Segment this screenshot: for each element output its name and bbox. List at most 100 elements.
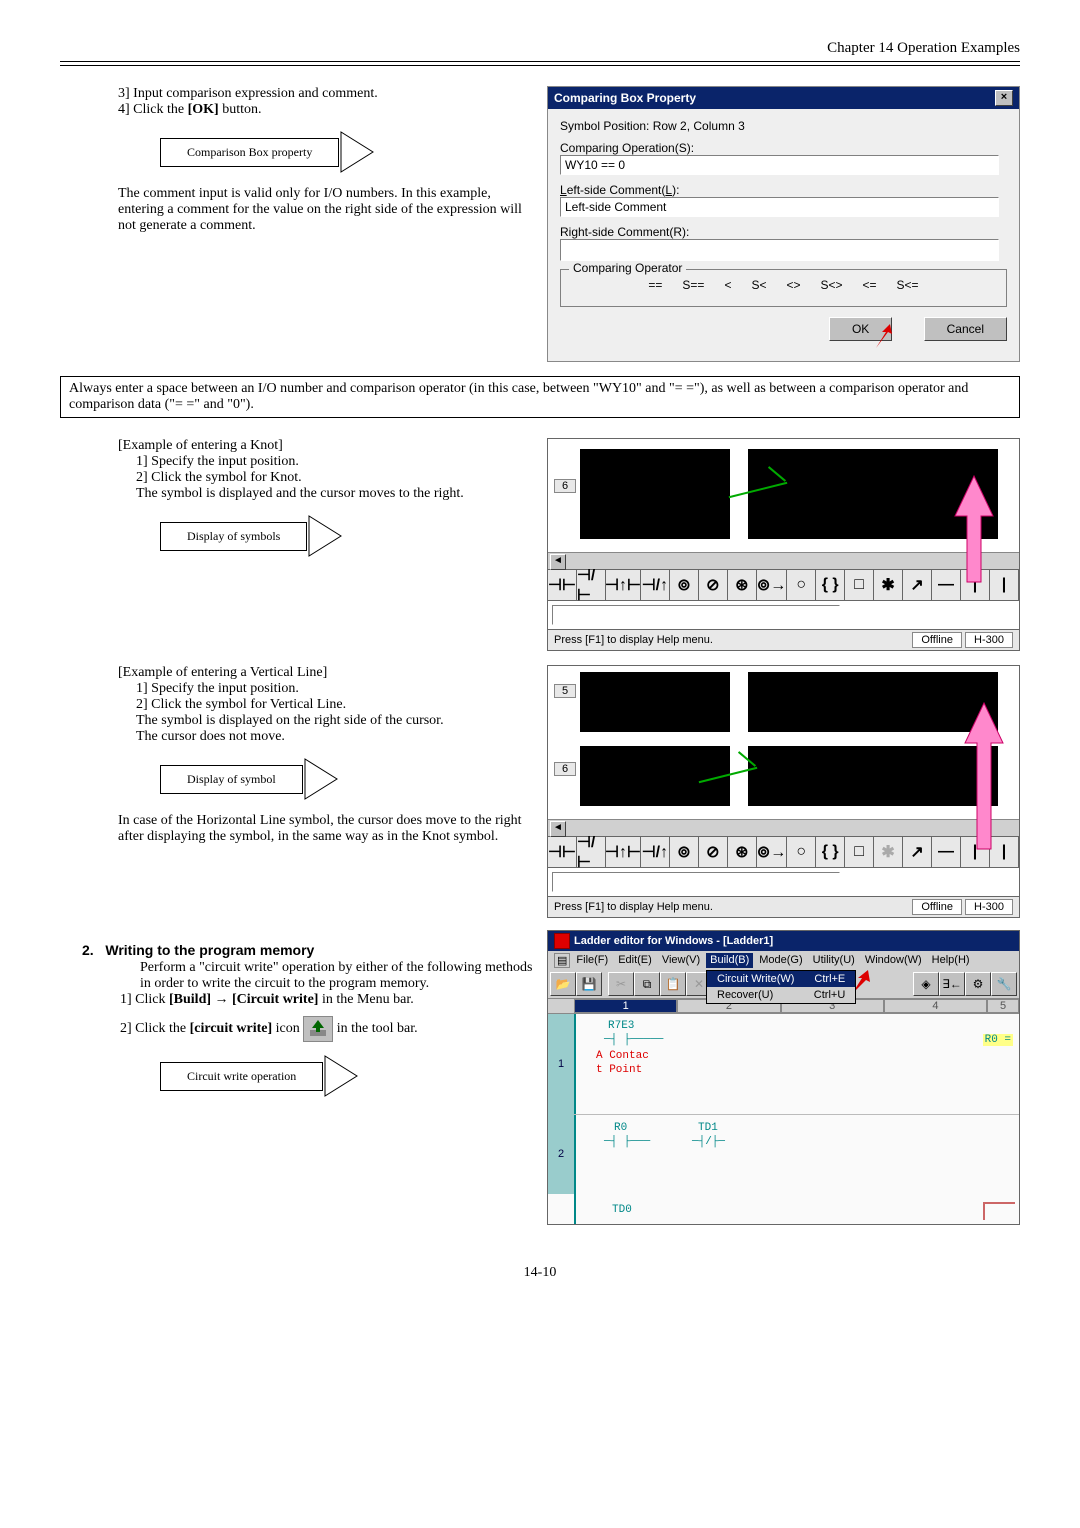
menu-circuit-write[interactable]: Circuit Write(W)Ctrl+E	[707, 971, 855, 987]
tool-8[interactable]: ○	[787, 570, 816, 600]
comparing-op-input[interactable]: WY10 == 0	[560, 155, 999, 175]
chapter-heading: Chapter 14 Operation Examples	[60, 40, 1020, 57]
note-io-comment: The comment input is valid only for I/O …	[118, 186, 533, 234]
right-comment-label: Right-side Comment(R):	[560, 225, 1007, 239]
arrow-icon	[339, 130, 383, 174]
knot-heading: [Example of entering a Knot]	[118, 438, 533, 454]
op-le[interactable]: <=	[863, 278, 877, 292]
comparing-operator-group: Comparing Operator == S== < S< <> S<> <=…	[560, 269, 1007, 307]
op-slt[interactable]: S<	[751, 278, 766, 292]
callout-display-symbol: Display of symbol	[160, 757, 533, 801]
step-4: 4] Click the [OK] button.	[118, 102, 533, 118]
ok-button[interactable]: OK	[829, 317, 892, 341]
pink-arrow-icon	[957, 697, 1011, 855]
op-eq[interactable]: ==	[648, 278, 662, 292]
status-text: Press [F1] to display Help menu.	[554, 634, 713, 646]
close-icon[interactable]: ×	[995, 90, 1013, 106]
op-seq[interactable]: S==	[682, 278, 704, 292]
symbol-position: Symbol Position: Row 2, Column 3	[560, 119, 1007, 133]
command-input[interactable]	[552, 605, 840, 625]
status-model: H-300	[965, 632, 1013, 648]
tb-b[interactable]: ∃←	[939, 972, 965, 996]
tool-10[interactable]: □	[845, 570, 874, 600]
knot-step2: 2] Click the symbol for Knot.	[136, 470, 533, 486]
scroll-left-icon[interactable]: ◄	[550, 554, 566, 570]
menu-mode[interactable]: Mode(G)	[755, 953, 806, 968]
section-2-title: 2. Writing to the program memory	[82, 942, 533, 958]
save-icon[interactable]: 💾	[576, 972, 602, 996]
tb-d[interactable]: 🔧	[991, 972, 1017, 996]
symbol-toolbar-2: ⊣⊢ ⊣/⊢ ⊣↑⊢ ⊣/↑ ⊚ ⊘ ⊛ ⊚→ ○ { } □ ✱ ↗ — | …	[548, 836, 1019, 867]
app-icon	[554, 933, 570, 949]
tool-1[interactable]: ⊣/⊢	[577, 570, 606, 600]
callout-comparison-box: Comparison Box property	[160, 130, 533, 174]
menu-file[interactable]: File(F)	[572, 953, 612, 968]
vline-step1: 1] Specify the input position.	[136, 681, 533, 697]
vline-step2: 2] Click the symbol for Vertical Line.	[136, 697, 533, 713]
screenshot-vline: 5 6 ◄ ⊣⊢ ⊣/⊢ ⊣↑⊢ ⊣/↑ ⊚ ⊘ ⊛	[547, 665, 1020, 918]
tool-12[interactable]: ↗	[903, 570, 932, 600]
page-number: 14-10	[60, 1265, 1020, 1281]
open-icon[interactable]: 📂	[550, 972, 576, 996]
cut-icon: ✂	[608, 972, 634, 996]
paste-icon[interactable]: 📋	[660, 972, 686, 996]
status-offline: Offline	[912, 632, 962, 648]
build-dropdown: Circuit Write(W)Ctrl+E Recover(U)Ctrl+U	[706, 970, 856, 1004]
knot-desc: The symbol is displayed and the cursor m…	[136, 486, 533, 502]
tool-2[interactable]: ⊣↑⊢	[606, 570, 641, 600]
screenshot-knot: 6 ◄ ⊣⊢ ⊣/⊢ ⊣↑⊢ ⊣/↑ ⊚ ⊘ ⊛ ⊚→ ○	[547, 438, 1020, 651]
tool-6[interactable]: ⊛	[728, 570, 757, 600]
mdi-icon[interactable]: ▤	[554, 953, 570, 968]
tool-3[interactable]: ⊣/↑	[641, 570, 670, 600]
menu-build[interactable]: Build(B)	[706, 953, 753, 968]
tool-9[interactable]: { }	[816, 570, 845, 600]
tool-5[interactable]: ⊘	[699, 570, 728, 600]
vline-tail: In case of the Horizontal Line symbol, t…	[118, 813, 533, 845]
command-input-2[interactable]	[552, 872, 840, 892]
tool-7[interactable]: ⊚→	[757, 570, 787, 600]
callout-display-symbols: Display of symbols	[160, 514, 533, 558]
tb-c[interactable]: ⚙	[965, 972, 991, 996]
dialog-title: Comparing Box Property	[554, 91, 696, 105]
menu-utility[interactable]: Utility(U)	[809, 953, 859, 968]
menu-window[interactable]: Window(W)	[861, 953, 926, 968]
menu-edit[interactable]: Edit(E)	[614, 953, 656, 968]
callout-circuit-write: Circuit write operation	[160, 1054, 533, 1098]
op-sle[interactable]: S<=	[897, 278, 919, 292]
tb-a[interactable]: ◈	[913, 972, 939, 996]
window-title: Ladder editor for Windows - [Ladder1]	[574, 935, 773, 947]
menu-help[interactable]: Help(H)	[928, 953, 974, 968]
right-comment-input[interactable]	[560, 239, 999, 261]
ladder-canvas[interactable]: 1 2 R7E3 ─┤ ├───── A Contac t Point R0 =…	[548, 1014, 1019, 1224]
tool-11[interactable]: ✱	[874, 570, 903, 600]
ladder-editor-window: Ladder editor for Windows - [Ladder1] ▤ …	[547, 930, 1020, 1225]
left-comment-label: Left-side Comment(L):	[560, 183, 1007, 197]
scroll-left-icon[interactable]: ◄	[550, 821, 566, 837]
tool-4[interactable]: ⊚	[670, 570, 699, 600]
vline-heading: [Example of entering a Vertical Line]	[118, 665, 533, 681]
menu-recover[interactable]: Recover(U)Ctrl+U	[707, 987, 855, 1003]
knot-step1: 1] Specify the input position.	[136, 454, 533, 470]
left-comment-input[interactable]: Left-side Comment	[560, 197, 999, 217]
comparing-op-label: Comparing Operation(S):	[560, 141, 1007, 155]
op-ne[interactable]: <>	[786, 278, 800, 292]
cancel-button[interactable]: Cancel	[924, 317, 1007, 341]
pink-arrow-icon	[947, 470, 1001, 588]
toolbar: 📂 💾 ✂ ⧉ 📋 ✕ Circuit Write(W)Ctrl+E Recov…	[548, 970, 1019, 999]
op-lt[interactable]: <	[724, 278, 731, 292]
menu-bar: ▤ File(F) Edit(E) View(V) Build(B) Mode(…	[548, 951, 1019, 970]
op-sne[interactable]: S<>	[821, 278, 843, 292]
tool-0[interactable]: ⊣⊢	[548, 570, 577, 600]
sec2-step1: 1] Click [Build] → [Circuit write] in th…	[120, 992, 533, 1008]
header-rule	[60, 61, 1020, 66]
comparing-box-dialog: Comparing Box Property × Symbol Position…	[547, 86, 1020, 362]
space-note: Always enter a space between an I/O numb…	[60, 376, 1020, 418]
vline-desc: The symbol is displayed on the right sid…	[136, 713, 533, 729]
copy-icon[interactable]: ⧉	[634, 972, 660, 996]
step-3: 3] Input comparison expression and comme…	[118, 86, 533, 102]
sec2-step2: 2] Click the [circuit write] icon in the…	[120, 1016, 533, 1042]
red-arrow-icon	[872, 324, 898, 350]
circuit-write-icon[interactable]	[303, 1016, 333, 1042]
menu-view[interactable]: View(V)	[658, 953, 704, 968]
vline-desc2: The cursor does not move.	[136, 729, 533, 745]
